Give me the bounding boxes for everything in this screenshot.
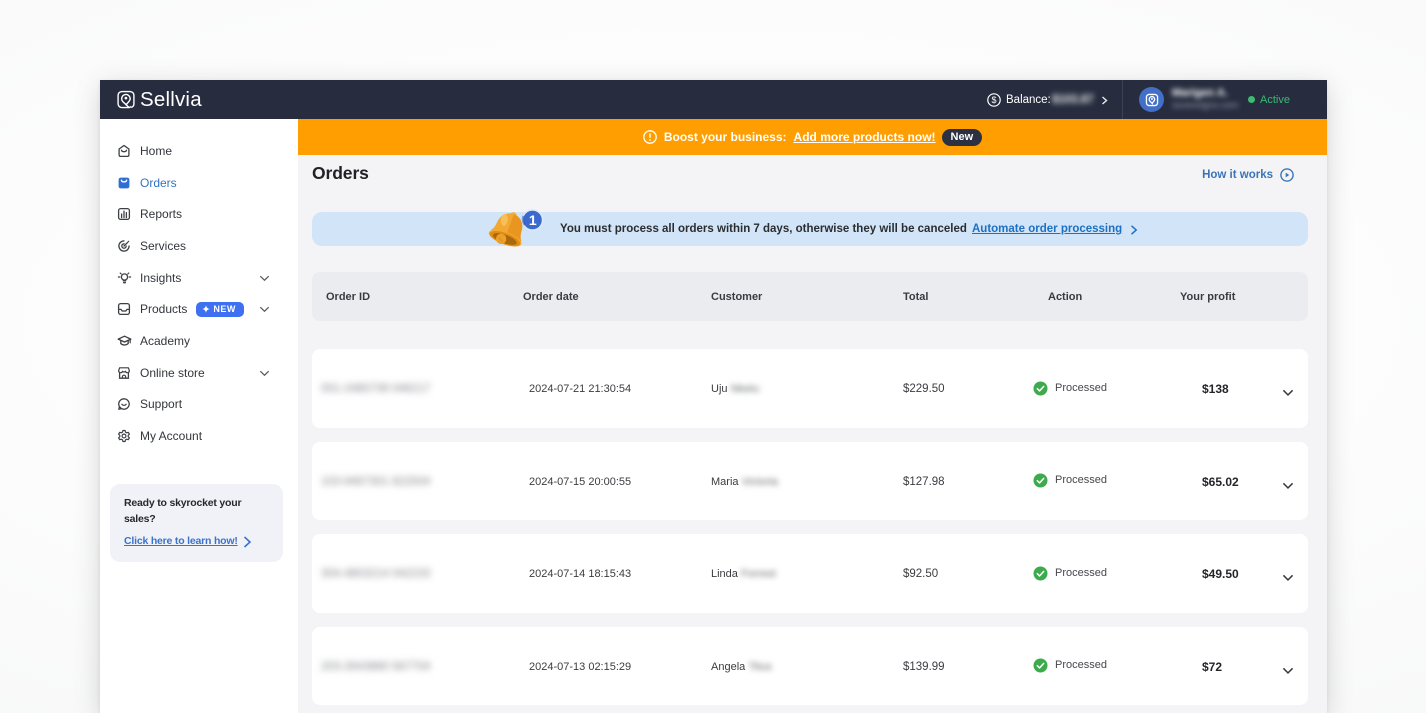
svg-text:1: 1 [529,212,537,228]
svg-text:$: $ [991,95,996,105]
